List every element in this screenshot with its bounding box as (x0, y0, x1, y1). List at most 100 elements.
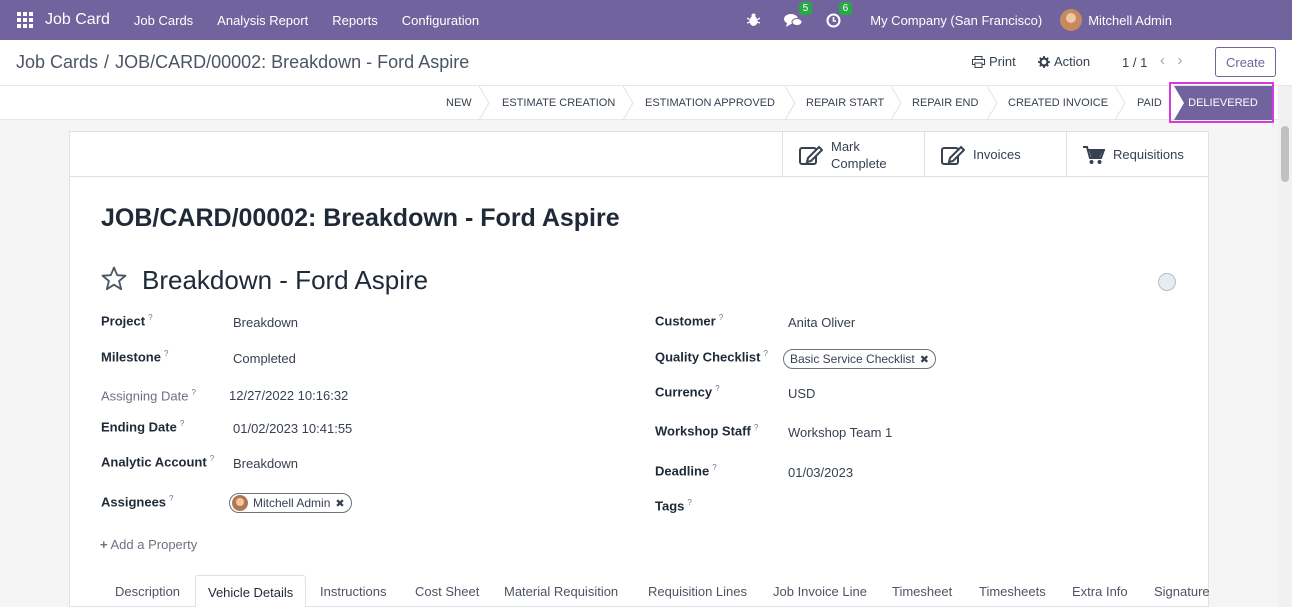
workshop-staff-field[interactable]: Workshop Team 1 (788, 425, 892, 440)
edit-icon (941, 145, 965, 165)
stage-separator-icon (784, 86, 796, 120)
tab-timesheets[interactable]: Timesheets (967, 575, 1058, 607)
assignee-tag[interactable]: Mitchell Admin ✖ (229, 493, 352, 513)
record-title: JOB/CARD/00002: Breakdown - Ford Aspire (101, 204, 620, 232)
add-property-button[interactable]: + Add a Property (100, 537, 197, 552)
print-icon (972, 55, 985, 68)
stage-separator-icon (622, 86, 634, 120)
invoices-button[interactable]: Invoices (924, 132, 1066, 177)
top-navbar: Job Card Job Cards Analysis Report Repor… (0, 0, 1292, 40)
stage-created-invoice[interactable]: CREATED INVOICE (1008, 86, 1108, 120)
notebook-tabs: Description Vehicle Details Instructions… (70, 575, 1210, 607)
milestone-label: Milestone? (101, 349, 169, 365)
tab-extra-info[interactable]: Extra Info (1060, 575, 1140, 607)
mark-complete-button[interactable]: Mark Complete (782, 132, 924, 177)
deadline-field[interactable]: 01/03/2023 (788, 465, 853, 480)
menu-reports[interactable]: Reports (332, 13, 378, 28)
tab-instructions[interactable]: Instructions (308, 575, 398, 607)
mark-complete-label-1: Mark (831, 138, 860, 154)
control-panel: Job Cards / JOB/CARD/00002: Breakdown - Fo… (0, 40, 1292, 86)
gear-icon (1038, 55, 1050, 68)
main-menu: Job Cards Analysis Report Reports Config… (134, 13, 503, 28)
deadline-label: Deadline? (655, 463, 717, 479)
currency-field[interactable]: USD (788, 386, 815, 401)
mark-complete-label-2: Complete (831, 155, 887, 171)
tab-cost-sheet[interactable]: Cost Sheet (403, 575, 491, 607)
task-name[interactable]: Breakdown - Ford Aspire (142, 265, 428, 296)
project-label: Project? (101, 313, 153, 329)
workshop-staff-label: Workshop Staff? (655, 423, 759, 439)
assigning-date-label: Assigning Date? (101, 388, 196, 404)
project-field[interactable]: Breakdown (233, 315, 298, 330)
stage-new[interactable]: NEW (446, 86, 472, 120)
assignees-label: Assignees? (101, 494, 174, 510)
tab-timesheet[interactable]: Timesheet (880, 575, 964, 607)
tab-job-invoice-line[interactable]: Job Invoice Line (761, 575, 879, 607)
requisitions-label: Requisitions (1113, 147, 1184, 162)
scroll-thumb[interactable] (1281, 126, 1289, 182)
assignee-name: Mitchell Admin (253, 496, 331, 510)
user-menu[interactable]: Mitchell Admin (1088, 13, 1172, 28)
stage-separator-icon (1114, 86, 1126, 120)
ending-date-field[interactable]: 01/02/2023 10:41:55 (233, 421, 352, 436)
breadcrumb-job-cards[interactable]: Job Cards (16, 52, 98, 72)
print-button[interactable]: Print (972, 54, 1016, 69)
chat-icon[interactable]: 5 (784, 2, 813, 29)
quality-checklist-tag[interactable]: Basic Service Checklist ✖ (783, 349, 936, 369)
requisitions-button[interactable]: Requisitions (1066, 132, 1208, 177)
shopping-cart-icon (1083, 145, 1105, 164)
breadcrumb: Job Cards / JOB/CARD/00002: Breakdown - Fo… (16, 52, 469, 73)
page-scrollbar[interactable] (1278, 86, 1292, 607)
activity-count-badge: 6 (838, 2, 853, 15)
remove-tag-icon[interactable]: ✖ (920, 353, 929, 366)
tab-requisition-lines[interactable]: Requisition Lines (636, 575, 759, 607)
tags-label: Tags? (655, 498, 692, 514)
breadcrumb-current: JOB/CARD/00002: Breakdown - Ford Aspire (115, 52, 470, 72)
action-label: Action (1054, 54, 1091, 69)
quality-checklist-label: Quality Checklist? (655, 349, 768, 365)
print-label: Print (989, 54, 1016, 69)
remove-tag-icon[interactable]: ✖ (335, 497, 344, 510)
smart-button-box: Mark Complete Invoices Requisitions (70, 132, 1208, 177)
tab-material-requisition[interactable]: Material Requisition (492, 575, 630, 607)
company-switcher[interactable]: My Company (San Francisco) (870, 13, 1042, 28)
action-button[interactable]: Action (1038, 54, 1090, 69)
assignee-avatar (232, 495, 248, 511)
edit-icon (799, 145, 823, 165)
stage-repair-start[interactable]: REPAIR START (806, 86, 884, 120)
pager-previous-icon[interactable]: ‹ (1160, 52, 1165, 69)
pager-next-icon[interactable]: › (1178, 52, 1183, 69)
analytic-account-field[interactable]: Breakdown (233, 456, 298, 471)
invoices-label: Invoices (973, 147, 1021, 162)
apps-menu-icon[interactable] (17, 12, 33, 28)
stage-estimation-approved[interactable]: ESTIMATION APPROVED (645, 86, 775, 120)
currency-label: Currency? (655, 384, 720, 400)
stage-separator-icon (890, 86, 902, 120)
customer-field[interactable]: Anita Oliver (788, 315, 855, 330)
tab-description[interactable]: Description (103, 575, 192, 607)
stage-statusbar: NEW ESTIMATE CREATION ESTIMATION APPROVE… (0, 86, 1278, 120)
breadcrumb-separator: / (104, 52, 110, 72)
debug-bug-icon[interactable] (744, 11, 762, 29)
milestone-field[interactable]: Completed (233, 351, 296, 366)
tab-signature[interactable]: Signature (1142, 575, 1222, 607)
stage-separator-icon (986, 86, 998, 120)
favorite-star-icon[interactable] (101, 266, 127, 291)
create-button[interactable]: Create (1215, 47, 1276, 77)
stage-paid[interactable]: PAID (1137, 86, 1162, 120)
user-avatar[interactable] (1060, 9, 1083, 31)
chat-count-badge: 5 (798, 2, 813, 15)
menu-analysis-report[interactable]: Analysis Report (217, 13, 308, 28)
stage-estimate-creation[interactable]: ESTIMATE CREATION (502, 86, 615, 120)
stage-repair-end[interactable]: REPAIR END (912, 86, 978, 120)
kanban-state-indicator[interactable] (1158, 273, 1176, 291)
pager-arrows: ‹ › (1160, 52, 1183, 69)
menu-job-cards[interactable]: Job Cards (134, 13, 193, 28)
stage-separator-icon (478, 86, 490, 120)
pager-value[interactable]: 1 / 1 (1122, 55, 1147, 70)
app-name[interactable]: Job Card (45, 11, 110, 29)
tab-vehicle-details[interactable]: Vehicle Details (195, 575, 307, 607)
analytic-account-label: Analytic Account? (101, 454, 215, 470)
menu-configuration[interactable]: Configuration (402, 13, 479, 28)
activity-clock-icon[interactable]: 6 (824, 2, 853, 29)
